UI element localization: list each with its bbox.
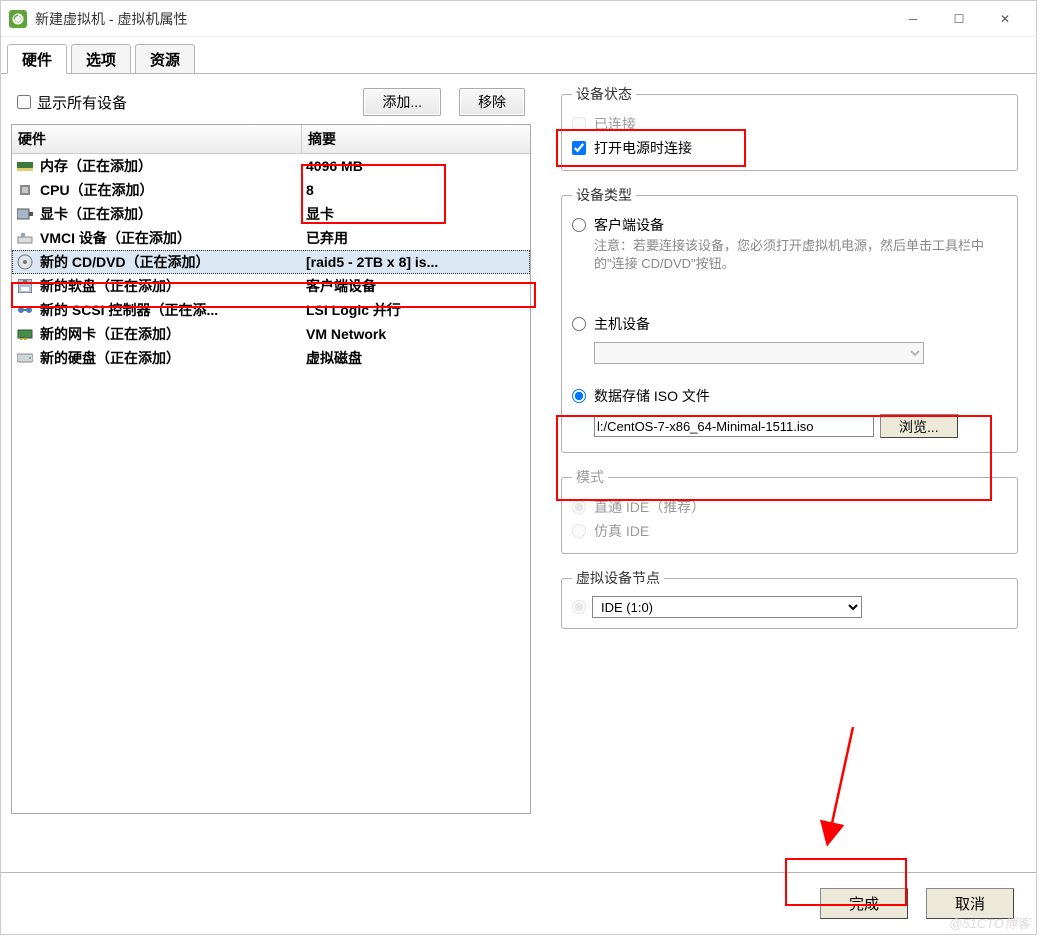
cpu-icon bbox=[16, 182, 34, 198]
title-bar: 新建虚拟机 - 虚拟机属性 ─ ☐ ✕ bbox=[1, 1, 1036, 37]
cell: 新的 CD/DVD（正在添加） bbox=[40, 252, 210, 272]
tab-options[interactable]: 选项 bbox=[71, 44, 131, 74]
passthrough-radio bbox=[572, 500, 586, 514]
hardware-table: 硬件 摘要 内存（正在添加） 4096 MB CPU（正在添加） 8 显卡（正在… bbox=[11, 124, 531, 814]
cell: 显卡 bbox=[306, 204, 526, 224]
close-button[interactable]: ✕ bbox=[982, 1, 1028, 37]
cell: [raid5 - 2TB x 8] is... bbox=[306, 254, 526, 270]
cell: 新的网卡（正在添加） bbox=[40, 324, 180, 344]
mode-legend: 模式 bbox=[572, 467, 608, 487]
maximize-button[interactable]: ☐ bbox=[936, 1, 982, 37]
tab-hardware[interactable]: 硬件 bbox=[7, 44, 67, 74]
emulate-radio bbox=[572, 524, 586, 538]
connect-at-power-checkbox[interactable] bbox=[572, 141, 586, 155]
datastore-iso-label: 数据存储 ISO 文件 bbox=[594, 386, 710, 406]
device-status-group: 设备状态 已连接 打开电源时连接 bbox=[561, 84, 1018, 171]
cell: 内存（正在添加） bbox=[40, 156, 152, 176]
app-icon bbox=[9, 10, 27, 28]
client-device-note: 注意：若要连接该设备，您必须打开虚拟机电源，然后单击工具栏中的"连接 CD/DV… bbox=[594, 237, 1007, 272]
vmci-icon bbox=[16, 230, 34, 246]
tab-row: 硬件 选项 资源 bbox=[1, 37, 1036, 74]
cell: 新的 SCSI 控制器（正在添... bbox=[40, 300, 218, 320]
hardware-table-header: 硬件 摘要 bbox=[12, 125, 530, 154]
show-all-devices-label: 显示所有设备 bbox=[37, 92, 127, 113]
cell: VMCI 设备（正在添加） bbox=[40, 228, 191, 248]
finish-button[interactable]: 完成 bbox=[820, 888, 908, 919]
vdev-node-radio bbox=[572, 600, 586, 614]
cd-icon bbox=[16, 254, 34, 270]
datastore-iso-radio[interactable] bbox=[572, 389, 586, 403]
cell: 新的软盘（正在添加） bbox=[40, 276, 180, 296]
row-memory[interactable]: 内存（正在添加） 4096 MB bbox=[12, 154, 530, 178]
remove-button[interactable]: 移除 bbox=[459, 88, 525, 116]
client-device-label: 客户端设备 bbox=[594, 215, 664, 235]
device-type-legend: 设备类型 bbox=[572, 185, 636, 205]
left-pane: 显示所有设备 添加... 移除 硬件 摘要 内存（正在添加） 4096 MB C… bbox=[11, 84, 531, 867]
vdev-node-select[interactable]: IDE (1:0) bbox=[592, 596, 862, 618]
col-summary[interactable]: 摘要 bbox=[302, 125, 530, 153]
host-device-select bbox=[594, 342, 924, 364]
memory-icon bbox=[16, 158, 34, 174]
window-title: 新建虚拟机 - 虚拟机属性 bbox=[35, 9, 187, 29]
connected-checkbox bbox=[572, 117, 586, 131]
footer: 完成 取消 bbox=[1, 872, 1036, 934]
gpu-icon bbox=[16, 206, 34, 222]
cell: LSI Logic 并行 bbox=[306, 300, 526, 320]
row-nic[interactable]: 新的网卡（正在添加） VM Network bbox=[12, 322, 530, 346]
device-status-legend: 设备状态 bbox=[572, 84, 636, 104]
hdd-icon bbox=[16, 350, 34, 366]
row-cpu[interactable]: CPU（正在添加） 8 bbox=[12, 178, 530, 202]
hardware-table-body: 内存（正在添加） 4096 MB CPU（正在添加） 8 显卡（正在添加） 显卡… bbox=[12, 154, 530, 813]
client-device-radio[interactable] bbox=[572, 218, 586, 232]
device-type-group: 设备类型 客户端设备 注意：若要连接该设备，您必须打开虚拟机电源，然后单击工具栏… bbox=[561, 185, 1018, 453]
cell: 4096 MB bbox=[306, 158, 526, 174]
show-all-devices-checkbox[interactable] bbox=[17, 95, 31, 109]
row-gpu[interactable]: 显卡（正在添加） 显卡 bbox=[12, 202, 530, 226]
cell: 新的硬盘（正在添加） bbox=[40, 348, 180, 368]
cell: VM Network bbox=[306, 326, 526, 342]
host-device-label: 主机设备 bbox=[594, 314, 650, 334]
nic-icon bbox=[16, 326, 34, 342]
row-floppy[interactable]: 新的软盘（正在添加） 客户端设备 bbox=[12, 274, 530, 298]
vdev-node-legend: 虚拟设备节点 bbox=[572, 568, 664, 588]
floppy-icon bbox=[16, 278, 34, 294]
right-pane: 设备状态 已连接 打开电源时连接 设备类型 客户端设备 注意：若要连接该设备，您… bbox=[531, 84, 1026, 867]
row-cddvd[interactable]: 新的 CD/DVD（正在添加） [raid5 - 2TB x 8] is... bbox=[12, 250, 530, 274]
iso-path-input[interactable] bbox=[594, 415, 874, 437]
cell: 8 bbox=[306, 182, 526, 198]
virtual-device-node-group: 虚拟设备节点 IDE (1:0) bbox=[561, 568, 1018, 629]
tab-resources[interactable]: 资源 bbox=[135, 44, 195, 74]
row-scsi[interactable]: 新的 SCSI 控制器（正在添... LSI Logic 并行 bbox=[12, 298, 530, 322]
watermark: @51CTO博客 bbox=[949, 913, 1030, 932]
passthrough-label: 直通 IDE（推荐） bbox=[594, 497, 705, 517]
scsi-icon bbox=[16, 302, 34, 318]
row-vmci[interactable]: VMCI 设备（正在添加） 已弃用 bbox=[12, 226, 530, 250]
host-device-radio[interactable] bbox=[572, 317, 586, 331]
emulate-label: 仿真 IDE bbox=[594, 521, 649, 541]
connected-label: 已连接 bbox=[594, 114, 636, 134]
add-button[interactable]: 添加... bbox=[363, 88, 441, 116]
browse-button[interactable]: 浏览... bbox=[880, 414, 958, 438]
cell: 显卡（正在添加） bbox=[40, 204, 152, 224]
cell: 客户端设备 bbox=[306, 276, 526, 296]
connect-at-power-label: 打开电源时连接 bbox=[594, 138, 692, 158]
mode-group: 模式 直通 IDE（推荐） 仿真 IDE bbox=[561, 467, 1018, 554]
row-hdd[interactable]: 新的硬盘（正在添加） 虚拟磁盘 bbox=[12, 346, 530, 370]
minimize-button[interactable]: ─ bbox=[890, 1, 936, 37]
col-hardware[interactable]: 硬件 bbox=[12, 125, 302, 153]
cell: 虚拟磁盘 bbox=[306, 348, 526, 368]
cell: 已弃用 bbox=[306, 228, 526, 248]
cell: CPU（正在添加） bbox=[40, 180, 154, 200]
